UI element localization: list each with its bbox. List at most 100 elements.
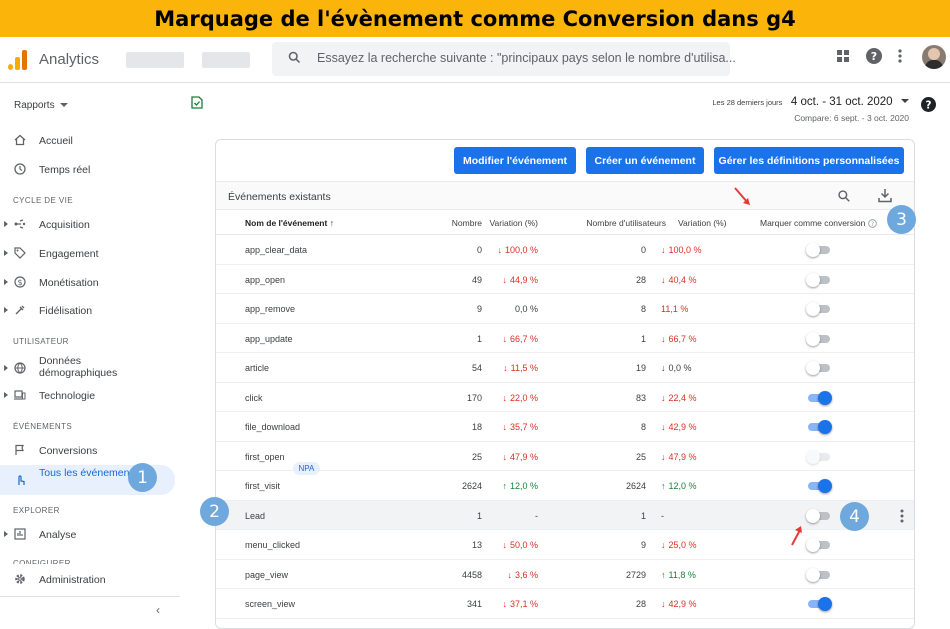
event-name-cell[interactable]: click: [245, 393, 263, 403]
sidebar-item-label: Accueil: [39, 135, 73, 147]
sidebar-item-analysis[interactable]: Analyse: [0, 522, 175, 548]
sidebar-item-label: Analyse: [39, 529, 77, 541]
event-variation: ↓ 50,0 %: [502, 540, 538, 550]
apps-grid-icon[interactable]: [836, 49, 850, 63]
user-variation: ↓ 100,0 %: [661, 245, 702, 255]
event-variation: ↑ 12,0 %: [502, 481, 538, 491]
manage-custom-definitions-button[interactable]: Gérer les définitions personnalisées: [714, 147, 904, 174]
arrow-down-icon: ↓: [661, 599, 666, 609]
event-name-cell[interactable]: app_open: [245, 275, 285, 285]
reports-dropdown[interactable]: Rapports: [14, 100, 68, 111]
sidebar-item-label: Fidélisation: [39, 305, 93, 317]
sidebar-item-engagement[interactable]: Engagement: [0, 241, 175, 267]
event-name-cell[interactable]: page_view: [245, 570, 288, 580]
event-name-cell[interactable]: screen_view: [245, 599, 295, 609]
event-name-cell[interactable]: menu_clicked: [245, 540, 300, 550]
table-row[interactable]: click 170 ↓ 22,0 % 83 ↓ 22,4 %: [216, 383, 914, 412]
conversion-toggle[interactable]: [806, 331, 832, 346]
sidebar-item-retention[interactable]: Fidélisation: [0, 298, 175, 324]
analytics-logo-icon[interactable]: [8, 50, 28, 70]
event-name-cell[interactable]: app_clear_data: [245, 245, 307, 255]
event-name-cell[interactable]: first_open NPA: [245, 452, 321, 475]
event-name-cell[interactable]: app_update: [245, 334, 293, 344]
table-row[interactable]: app_clear_data 0 ↓ 100,0 % 0 ↓ 100,0 %: [216, 235, 914, 265]
sidebar-item-conversions[interactable]: Conversions: [0, 438, 175, 464]
table-row[interactable]: screen_view 341 ↓ 37,1 % 28 ↓ 42,9 %: [216, 589, 914, 619]
sidebar-item-acquisition[interactable]: Acquisition: [0, 212, 175, 238]
event-name-cell[interactable]: app_remove: [245, 304, 295, 314]
table-row[interactable]: menu_clicked 13 ↓ 50,0 % 9 ↓ 25,0 %: [216, 530, 914, 560]
search-icon[interactable]: [837, 189, 851, 203]
col-header-count[interactable]: Nombre: [452, 218, 482, 228]
sidebar-item-monetization[interactable]: $ Monétisation: [0, 270, 175, 296]
download-icon[interactable]: [878, 188, 892, 203]
table-row[interactable]: first_visit 2624 ↑ 12,0 % 2624 ↑ 12,0 %: [216, 471, 914, 501]
table-row[interactable]: app_update 1 ↓ 66,7 % 1 ↓ 66,7 %: [216, 324, 914, 353]
page-help-icon[interactable]: ?: [921, 97, 936, 112]
sidebar-item-home[interactable]: Accueil: [0, 128, 175, 154]
property-selector-blurred[interactable]: [202, 52, 250, 68]
sidebar-item-demographics[interactable]: Données démographiques: [0, 353, 175, 383]
globe-icon: [14, 362, 26, 374]
conversion-toggle[interactable]: [806, 538, 832, 552]
event-name-cell[interactable]: first_visit: [245, 481, 280, 491]
variation-value: 11,8 %: [668, 569, 696, 580]
create-event-button[interactable]: Créer un événement: [586, 147, 704, 174]
conversion-toggle[interactable]: [806, 420, 832, 434]
variation-value: 22,0 %: [509, 392, 538, 403]
annotation-arrow-4: [791, 526, 802, 546]
event-name-cell[interactable]: Lead: [245, 511, 265, 521]
sidebar-item-technology[interactable]: Technologie: [0, 383, 175, 409]
conversion-toggle[interactable]: [806, 302, 832, 316]
conversion-toggle[interactable]: [806, 243, 832, 257]
user-avatar[interactable]: [922, 45, 946, 69]
conversion-toggle[interactable]: [806, 597, 832, 611]
row-more-vert-icon[interactable]: [899, 509, 905, 523]
arrow-down-icon: ↓: [502, 422, 507, 432]
event-name-cell[interactable]: article: [245, 363, 269, 373]
col-header-conversion: Marquer comme conversion ?: [760, 218, 877, 228]
table-row[interactable]: Lead 1 - 1 -: [216, 500, 914, 530]
table-row[interactable]: page_view 4458 ↓ 3,6 % 2729 ↑ 11,8 %: [216, 560, 914, 589]
search-bar[interactable]: Essayez la recherche suivante : "princip…: [272, 42, 736, 76]
conversion-toggle[interactable]: [806, 390, 832, 405]
col-header-users[interactable]: Nombre d'utilisateurs: [586, 218, 666, 228]
help-icon[interactable]: ?: [866, 48, 882, 64]
modify-event-button[interactable]: Modifier l'événement: [454, 147, 576, 174]
user-count: 28: [635, 599, 646, 609]
info-icon[interactable]: ?: [867, 219, 877, 228]
col-header-name[interactable]: Nom de l'événement ↑: [245, 218, 334, 228]
col-header-users-variation[interactable]: Variation (%): [678, 218, 727, 228]
conversion-toggle[interactable]: [806, 272, 832, 287]
reports-label: Rapports: [14, 100, 55, 111]
table-row[interactable]: file_download 18 ↓ 35,7 % 8 ↓ 42,9 %: [216, 412, 914, 442]
svg-text:?: ?: [871, 221, 874, 228]
table-row[interactable]: app_remove 9 0,0 % 8 11,1 %: [216, 294, 914, 324]
table-row[interactable]: app_open 49 ↓ 44,9 % 28 ↓ 40,4 %: [216, 265, 914, 294]
account-selector-blurred[interactable]: [126, 52, 184, 68]
col-header-variation[interactable]: Variation (%): [490, 218, 539, 228]
variation-value: 47,9 %: [668, 451, 697, 462]
table-row[interactable]: first_open NPA 25 ↓ 47,9 % 25 ↓ 47,9 %: [216, 442, 914, 475]
conversion-toggle[interactable]: [806, 479, 832, 493]
date-range-picker[interactable]: Les 28 derniers jours 4 oct. - 31 oct. 2…: [712, 92, 909, 123]
variation-value: 100,0 %: [668, 245, 702, 255]
retention-icon: [15, 305, 25, 315]
more-vert-icon[interactable]: [897, 49, 903, 63]
conversion-toggle[interactable]: [806, 361, 832, 375]
arrow-down-icon: ↓: [503, 363, 508, 373]
collapse-sidebar-icon[interactable]: ‹: [156, 603, 160, 617]
annotation-badge-1: 1: [128, 463, 157, 492]
sidebar-item-realtime[interactable]: Temps réel: [0, 157, 175, 183]
variation-value: 50,0 %: [509, 540, 538, 550]
table-row[interactable]: article 54 ↓ 11,5 % 19 ↓ 0,0 %: [216, 353, 914, 383]
touch-icon: [18, 475, 25, 485]
conversion-toggle[interactable]: [806, 508, 832, 523]
conversion-toggle[interactable]: [806, 567, 832, 582]
variation-value: 100,0 %: [504, 245, 538, 255]
sidebar-item-admin[interactable]: Administration: [0, 567, 175, 593]
save-report-icon[interactable]: [191, 96, 203, 109]
user-count: 8: [640, 304, 646, 314]
event-name-cell[interactable]: file_download: [245, 422, 300, 432]
user-variation: ↓ 22,4 %: [661, 393, 697, 403]
